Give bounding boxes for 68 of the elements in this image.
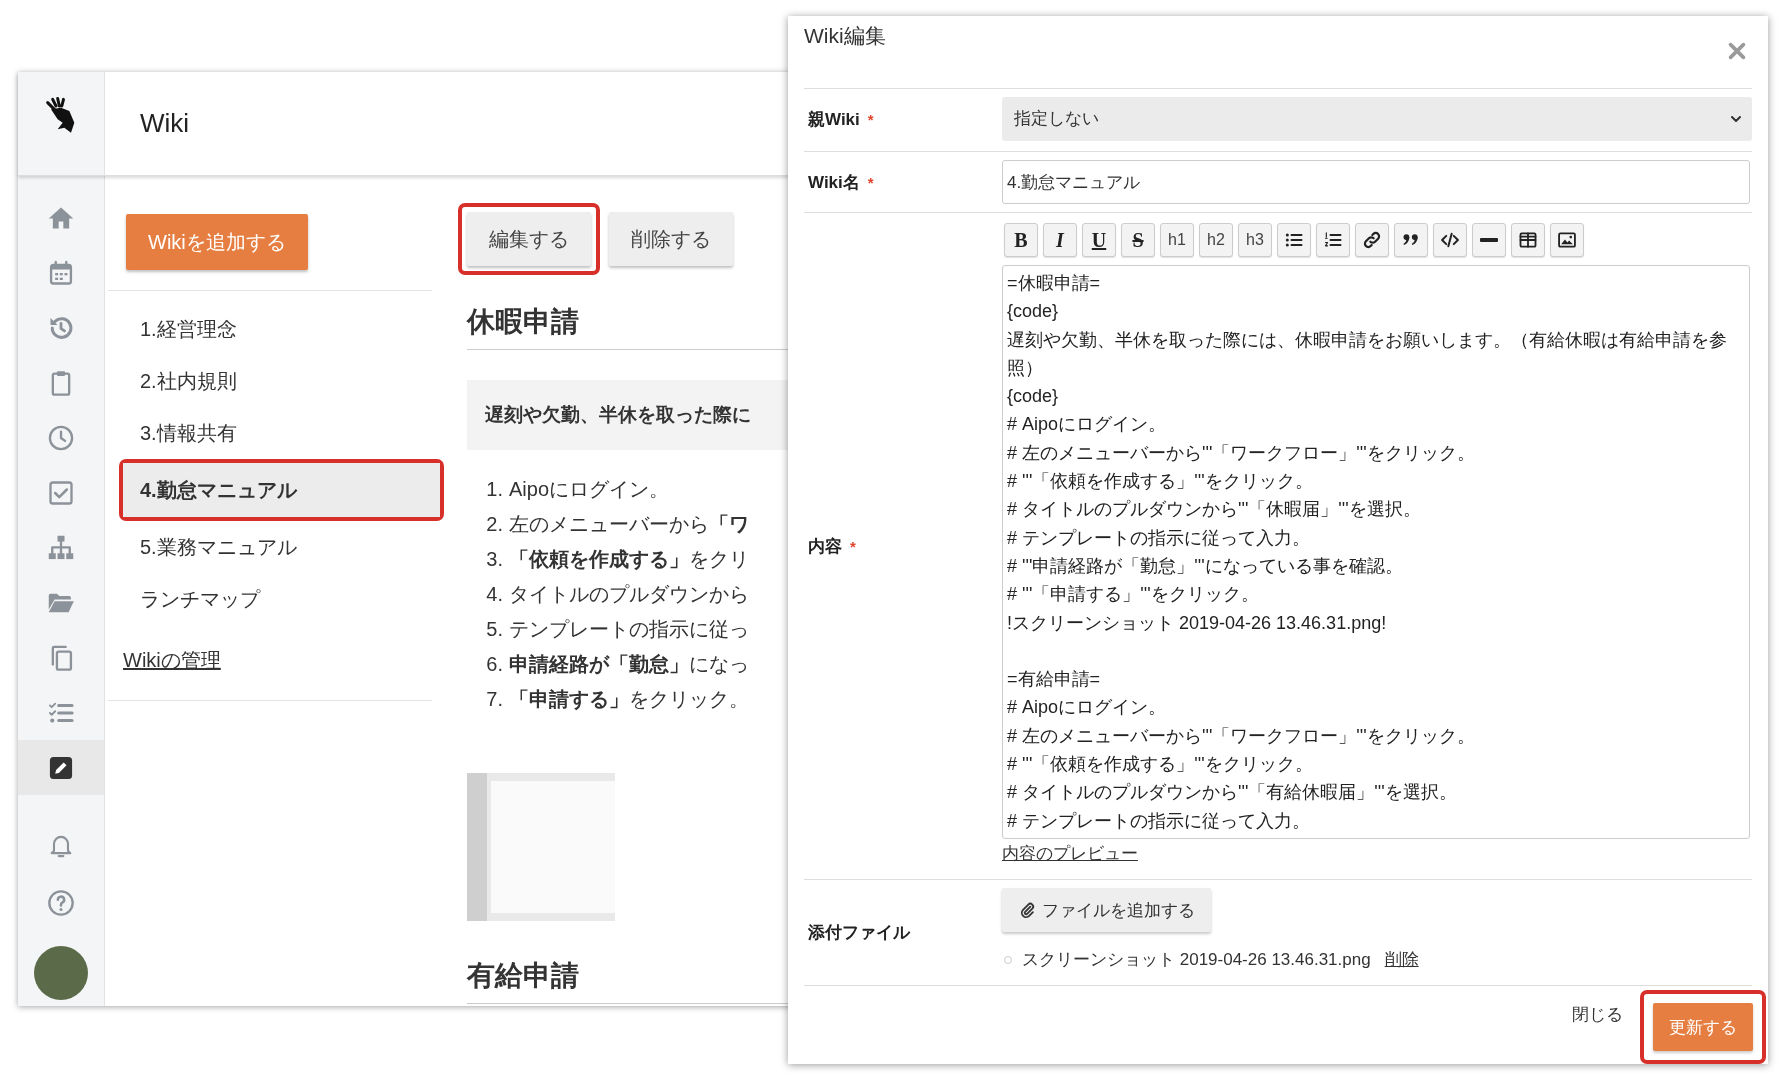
step-number: 2. (485, 512, 504, 537)
required-mark: * (867, 173, 874, 191)
page-title: Wiki (140, 108, 190, 139)
field-label: 添付ファイル (808, 922, 910, 944)
preview-link[interactable]: 内容のプレビュー (1002, 842, 1138, 865)
toolbar-button[interactable] (1355, 223, 1389, 257)
step-number: 5. (485, 617, 504, 642)
help-icon (47, 888, 75, 917)
required-mark: * (867, 111, 874, 129)
required-mark: * (850, 537, 856, 555)
field-label: 親Wiki (808, 109, 860, 132)
step-text: 申請経路が「勤怠」になっ (509, 652, 749, 677)
action-button[interactable]: 編集する (467, 212, 591, 266)
toolbar-button[interactable] (1277, 223, 1311, 257)
close-button[interactable]: 閉じる (1572, 1003, 1623, 1026)
file-name: スクリーンショット 2019-04-26 13.46.31.png (1022, 949, 1371, 971)
step-text: テンプレートの指示に従っ (509, 617, 749, 642)
step-number: 6. (485, 652, 504, 677)
step-number: 3. (485, 547, 504, 572)
step-number: 7. (485, 687, 504, 712)
code-icon (1440, 230, 1460, 250)
toolbar-button[interactable] (1472, 223, 1506, 257)
toolbar-button[interactable]: h3 (1238, 223, 1272, 257)
field-label: Wiki名 (808, 171, 860, 194)
toolbar-button[interactable]: I (1043, 223, 1077, 257)
add-file-button[interactable]: ファイルを追加する (1002, 888, 1211, 932)
toolbar-button[interactable]: S (1121, 223, 1155, 257)
wiki-list-item[interactable]: ランチマップ (123, 577, 440, 621)
clock-icon (47, 423, 75, 452)
image-icon (1557, 230, 1577, 250)
close-icon[interactable] (1726, 40, 1748, 62)
calendar-icon (47, 258, 75, 287)
manage-wiki-link[interactable]: Wikiの管理 (123, 647, 221, 674)
step-text: 左のメニューバーから「ワ (509, 512, 749, 537)
field-label: 内容 (808, 535, 842, 558)
step-number: 4. (485, 582, 504, 607)
wiki-list-item[interactable]: 2.社内規則 (123, 359, 440, 403)
toolbar-button[interactable]: h2 (1199, 223, 1233, 257)
toolbar-button[interactable] (1511, 223, 1545, 257)
wiki-name-field[interactable]: 4.勤怠マニュアル (1002, 160, 1750, 204)
sitemap-icon (47, 533, 75, 562)
toolbar-button[interactable]: B (1004, 223, 1038, 257)
content-field[interactable]: =休暇申請= {code} 遅刻や欠勤、半休を取った際には、休暇申請をお願いします。（有給休暇は有給申請を参照） {code} # Aipoにログイン。 # 左のメニューバーから'''「ワークフロー」'''をクリック。 # '''「依頼を作成する」'''をクリック。 # タイトルのプルダウンから'''「休暇届」'''を選択。 # テンプレートの指示に従って入力。 # '''申請経路が「勤怠」'''になっている事を確認。 # '''「申請する」'''をクリック。 !スクリーンショット 2019-04-26 13.46.31.png! =有給申請= # Aipoにログイン。 # 左のメニューバーから'''「ワークフロー」'''をクリック。 # '''「依頼を作成する」'''をクリック。 # タイトルのプルダウンから'''「有給休暇届」'''を選択。 # テンプレートの指示に従って入力。 (1002, 265, 1750, 839)
step-text: タイトルのプルダウンから (509, 582, 749, 607)
toolbar-button[interactable] (1550, 223, 1584, 257)
toolbar-button[interactable] (1316, 223, 1350, 257)
checkbox-icon (47, 478, 75, 507)
paperclip-icon (1018, 901, 1036, 919)
action-button[interactable]: 削除する (609, 212, 733, 266)
step-text: 「依頼を作成する」をクリ (509, 547, 749, 572)
step-number: 1. (485, 477, 504, 502)
wiki-list-item[interactable]: 1.経営理念 (123, 307, 440, 351)
toolbar-button[interactable]: h1 (1160, 223, 1194, 257)
wiki-list-item[interactable]: 5.業務マニュアル (123, 525, 440, 569)
link-icon (1362, 230, 1382, 250)
dialog-title: Wiki編集 (804, 23, 886, 49)
delete-link[interactable]: 削除 (1384, 948, 1419, 971)
table-icon (1518, 230, 1538, 250)
step-text: 「申請する」をクリック。 (509, 687, 749, 712)
avatar[interactable] (34, 946, 88, 1000)
step-text: Aipoにログイン。 (509, 477, 670, 502)
sidebar-item[interactable] (18, 740, 104, 795)
wiki-list-item[interactable]: 3.情報共有 (123, 411, 440, 455)
toolbar-button[interactable] (1433, 223, 1467, 257)
toolbar-button[interactable]: U (1082, 223, 1116, 257)
wiki-list-item[interactable]: 4.勤怠マニュアル (123, 463, 440, 517)
parent-wiki-select[interactable]: 指定しない (1002, 96, 1752, 141)
toolbar-button[interactable] (1394, 223, 1428, 257)
